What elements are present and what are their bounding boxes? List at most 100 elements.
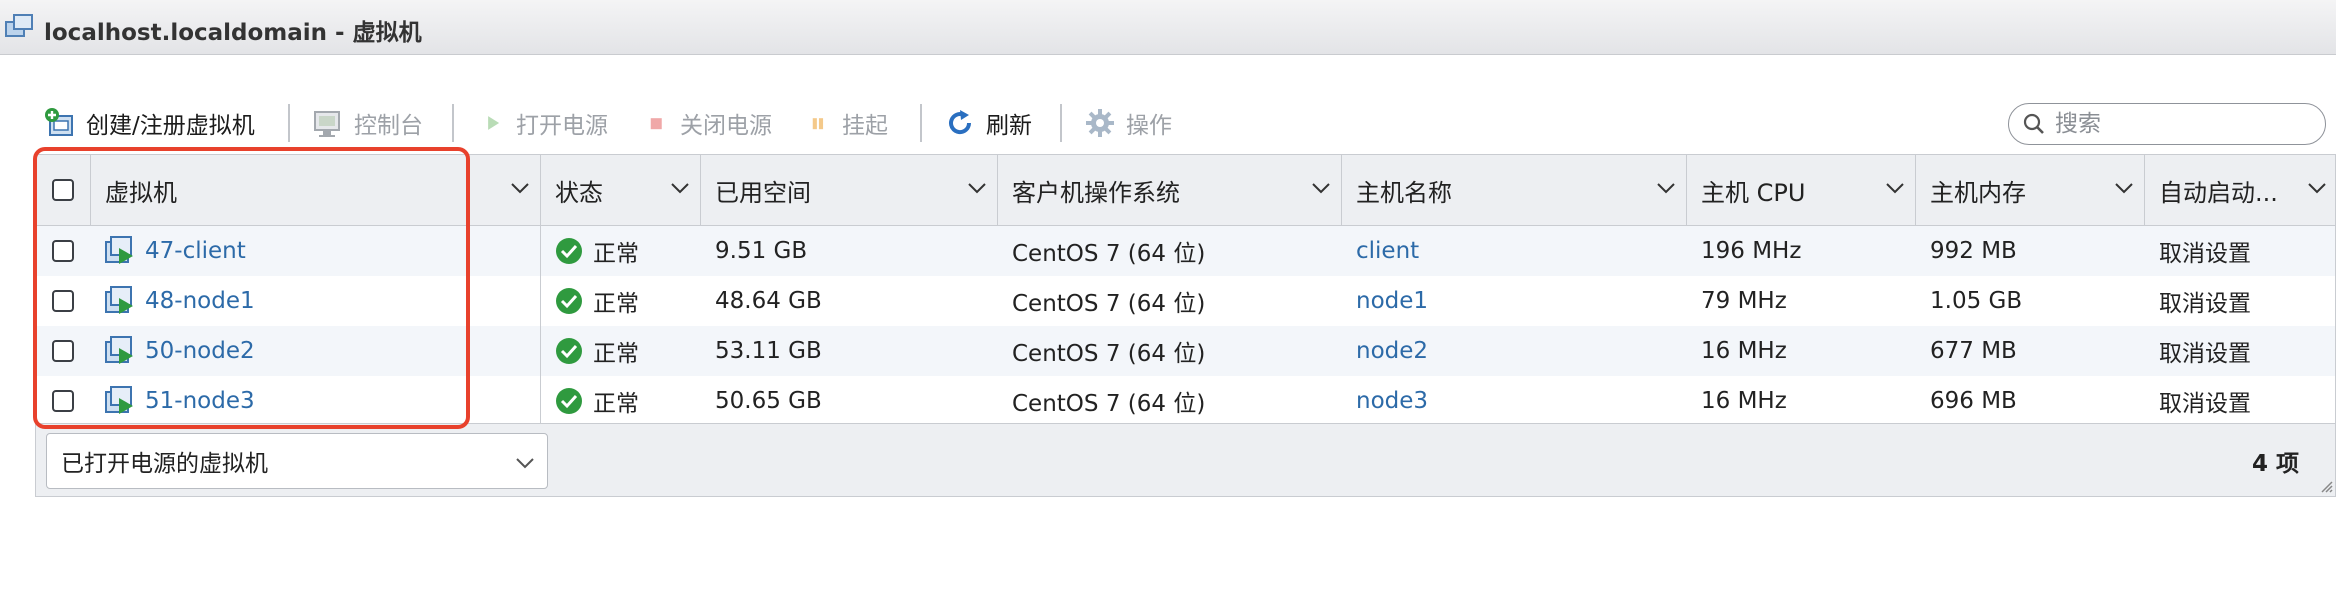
row-checkbox-cell xyxy=(36,326,91,376)
chevron-down-icon[interactable] xyxy=(2307,181,2327,195)
vm-name-cell: 51-node3 xyxy=(91,376,541,426)
chevron-down-icon[interactable] xyxy=(1311,181,1331,195)
vm-filter-value: 已打开电源的虚拟机 xyxy=(61,451,268,477)
table-row[interactable]: 50-node2 正常 53.11 GB CentOS 7 (64 位) nod… xyxy=(36,326,2335,376)
vm-group-icon xyxy=(5,14,33,37)
select-all-checkbox[interactable] xyxy=(52,179,74,201)
create-vm-button[interactable]: 创建/注册虚拟机 xyxy=(44,98,255,148)
row-checkbox[interactable] xyxy=(52,240,74,262)
guest-os-cell: CentOS 7 (64 位) xyxy=(1012,341,1206,367)
status-cell: 正常 xyxy=(541,326,701,376)
search-box[interactable] xyxy=(2008,103,2326,145)
play-icon xyxy=(488,116,500,130)
status-cell: 正常 xyxy=(541,226,701,276)
toolbar-separator xyxy=(288,104,290,142)
table-row[interactable]: 48-node1 正常 48.64 GB CentOS 7 (64 位) nod… xyxy=(36,276,2335,326)
column-label: 主机内存 xyxy=(1930,178,2026,207)
host-cpu-cell: 16 MHz xyxy=(1701,388,1787,414)
search-input[interactable] xyxy=(2053,110,2307,138)
column-label: 客户机操作系统 xyxy=(1012,178,1180,207)
column-label: 自动启动... xyxy=(2159,178,2278,207)
console-icon xyxy=(314,111,340,137)
used-space-cell: 9.51 GB xyxy=(715,238,808,264)
vm-name-link[interactable]: 51-node3 xyxy=(145,388,255,414)
column-label: 已用空间 xyxy=(715,178,811,207)
column-header-used-space[interactable]: 已用空间 xyxy=(701,155,998,225)
vm-name-link[interactable]: 48-node1 xyxy=(145,288,255,314)
vm-powered-on-icon xyxy=(105,386,133,414)
resize-grip-icon[interactable] xyxy=(2319,479,2333,493)
create-vm-label: 创建/注册虚拟机 xyxy=(86,113,255,139)
column-header-host-memory[interactable]: 主机内存 xyxy=(1916,155,2145,225)
vm-name-link[interactable]: 47-client xyxy=(145,238,246,264)
host-cpu-cell: 16 MHz xyxy=(1701,338,1787,364)
host-memory-cell: 992 MB xyxy=(1930,238,2017,264)
hostname-cell: node2 xyxy=(1342,326,1428,376)
vm-table: 虚拟机 状态 已用空间 客户机操作系统 主机名称 主机 CPU 主机内存 自动启… xyxy=(35,154,2336,497)
chevron-down-icon[interactable] xyxy=(967,181,987,195)
table-footer: 已打开电源的虚拟机 4 项 xyxy=(36,423,2335,496)
column-header-host-cpu[interactable]: 主机 CPU xyxy=(1687,155,1916,225)
vm-name-link[interactable]: 50-node2 xyxy=(145,338,255,364)
chevron-down-icon[interactable] xyxy=(510,181,530,195)
power-off-button[interactable]: 关闭电源 xyxy=(648,98,772,148)
row-checkbox[interactable] xyxy=(52,340,74,362)
host-memory-cell: 696 MB xyxy=(1930,388,2017,414)
check-circle-icon xyxy=(556,238,582,264)
host-memory-cell: 1.05 GB xyxy=(1930,288,2023,314)
actions-label: 操作 xyxy=(1126,113,1172,139)
column-header-status[interactable]: 状态 xyxy=(541,155,701,225)
hostname-link[interactable]: client xyxy=(1356,238,1419,264)
chevron-down-icon xyxy=(516,458,534,469)
table-row[interactable]: 47-client 正常 9.51 GB CentOS 7 (64 位) cli… xyxy=(36,226,2335,276)
vm-powered-on-icon xyxy=(105,286,133,314)
column-header-hostname[interactable]: 主机名称 xyxy=(1342,155,1687,225)
power-on-button[interactable]: 打开电源 xyxy=(484,98,608,148)
hostname-link[interactable]: node1 xyxy=(1356,288,1428,314)
power-on-label: 打开电源 xyxy=(516,113,608,139)
column-header-guest-os[interactable]: 客户机操作系统 xyxy=(998,155,1342,225)
row-checkbox-cell xyxy=(36,376,91,426)
hostname-cell: client xyxy=(1342,226,1419,276)
column-header-vm[interactable]: 虚拟机 xyxy=(91,155,541,225)
refresh-button[interactable]: 刷新 xyxy=(944,98,1032,148)
row-checkbox[interactable] xyxy=(52,290,74,312)
table-header: 虚拟机 状态 已用空间 客户机操作系统 主机名称 主机 CPU 主机内存 自动启… xyxy=(36,155,2335,226)
hostname-link[interactable]: node3 xyxy=(1356,388,1428,414)
autostart-cell: 取消设置 xyxy=(2159,391,2251,417)
status-cell: 正常 xyxy=(541,276,701,326)
actions-button[interactable]: 操作 xyxy=(1084,98,1172,148)
window-titlebar: localhost.localdomain - 虚拟机 xyxy=(0,0,2336,55)
vm-name-cell: 48-node1 xyxy=(91,276,541,326)
table-row[interactable]: 51-node3 正常 50.65 GB CentOS 7 (64 位) nod… xyxy=(36,376,2335,426)
search-icon xyxy=(2023,113,2044,134)
console-button[interactable]: 控制台 xyxy=(312,98,423,148)
chevron-down-icon[interactable] xyxy=(1656,181,1676,195)
status-text: 正常 xyxy=(593,241,639,267)
chevron-down-icon[interactable] xyxy=(2114,181,2134,195)
hostname-cell: node1 xyxy=(1342,276,1428,326)
suspend-label: 挂起 xyxy=(842,113,888,139)
console-label: 控制台 xyxy=(354,113,423,139)
refresh-icon xyxy=(949,110,972,135)
suspend-button[interactable]: 挂起 xyxy=(810,98,888,148)
used-space-cell: 48.64 GB xyxy=(715,288,822,314)
column-header-autostart[interactable]: 自动启动... xyxy=(2145,155,2335,225)
create-vm-icon xyxy=(45,108,73,136)
autostart-cell: 取消设置 xyxy=(2159,291,2251,317)
guest-os-cell: CentOS 7 (64 位) xyxy=(1012,291,1206,317)
toolbar-separator xyxy=(920,104,922,142)
hostname-link[interactable]: node2 xyxy=(1356,338,1428,364)
chevron-down-icon[interactable] xyxy=(670,181,690,195)
toolbar-separator xyxy=(452,104,454,142)
vm-filter-select[interactable]: 已打开电源的虚拟机 xyxy=(46,433,548,489)
status-text: 正常 xyxy=(593,341,639,367)
column-label: 主机名称 xyxy=(1356,178,1452,207)
used-space-cell: 50.65 GB xyxy=(715,388,822,414)
row-checkbox[interactable] xyxy=(52,390,74,412)
chevron-down-icon[interactable] xyxy=(1885,181,1905,195)
hostname-cell: node3 xyxy=(1342,376,1428,426)
host-cpu-cell: 79 MHz xyxy=(1701,288,1787,314)
gear-icon xyxy=(1086,109,1114,137)
pause-icon xyxy=(812,118,824,130)
